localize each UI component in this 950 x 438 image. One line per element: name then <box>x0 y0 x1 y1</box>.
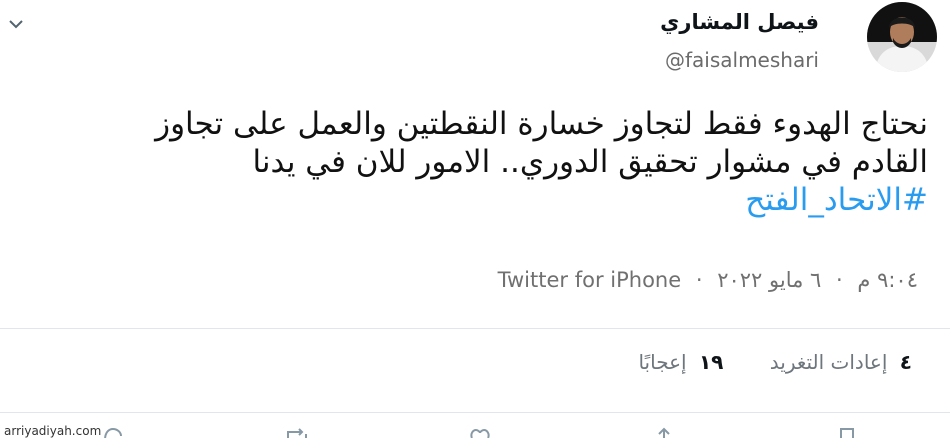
hashtag-link[interactable]: #الاتحاد_الفتح <box>18 181 928 219</box>
tweet-time[interactable]: ٩:٠٤ م <box>857 268 918 292</box>
display-name[interactable]: فيصل المشاري <box>660 8 819 36</box>
tweet-meta: ٩:٠٤ م · ٦ مايو ٢٠٢٢ · Twitter for iPhon… <box>498 268 918 292</box>
like-icon[interactable] <box>467 426 493 438</box>
tweet-line: نحتاج الهدوء فقط لتجاوز خسارة النقطتين و… <box>155 106 928 142</box>
tweet-line: القادم في مشوار تحقيق الدوري.. الامور لل… <box>252 144 928 180</box>
tweet-source[interactable]: Twitter for iPhone <box>498 268 682 292</box>
user-handle[interactable]: @faisalmeshari <box>665 48 819 72</box>
retweets-count: ٤ <box>899 350 912 374</box>
retweets-label: إعادات التغريد <box>769 350 888 374</box>
likes-count: ١٩ <box>698 350 724 374</box>
likes-stat[interactable]: ١٩ إعجابًا <box>638 350 723 374</box>
divider <box>0 412 950 413</box>
share-icon[interactable] <box>651 426 677 438</box>
retweet-icon[interactable] <box>284 426 310 438</box>
user-info: فيصل المشاري @faisalmeshari <box>660 8 819 72</box>
bookmark-icon[interactable] <box>834 426 860 438</box>
tweet-date[interactable]: ٦ مايو ٢٠٢٢ <box>717 268 821 292</box>
retweets-stat[interactable]: ٤ إعادات التغريد <box>770 350 912 374</box>
meta-separator: · <box>836 268 843 292</box>
avatar[interactable] <box>867 2 937 72</box>
meta-separator: · <box>695 268 703 292</box>
likes-label: إعجابًا <box>638 350 687 374</box>
divider <box>0 328 950 329</box>
tweet-stats: ٤ إعادات التغريد ١٩ إعجابًا <box>598 350 912 374</box>
action-bar <box>100 426 860 438</box>
chevron-down-icon[interactable] <box>6 14 26 34</box>
watermark: arriyadiyah.com <box>4 424 102 438</box>
tweet-text: نحتاج الهدوء فقط لتجاوز خسارة النقطتين و… <box>18 105 928 219</box>
reply-icon[interactable] <box>100 426 126 438</box>
